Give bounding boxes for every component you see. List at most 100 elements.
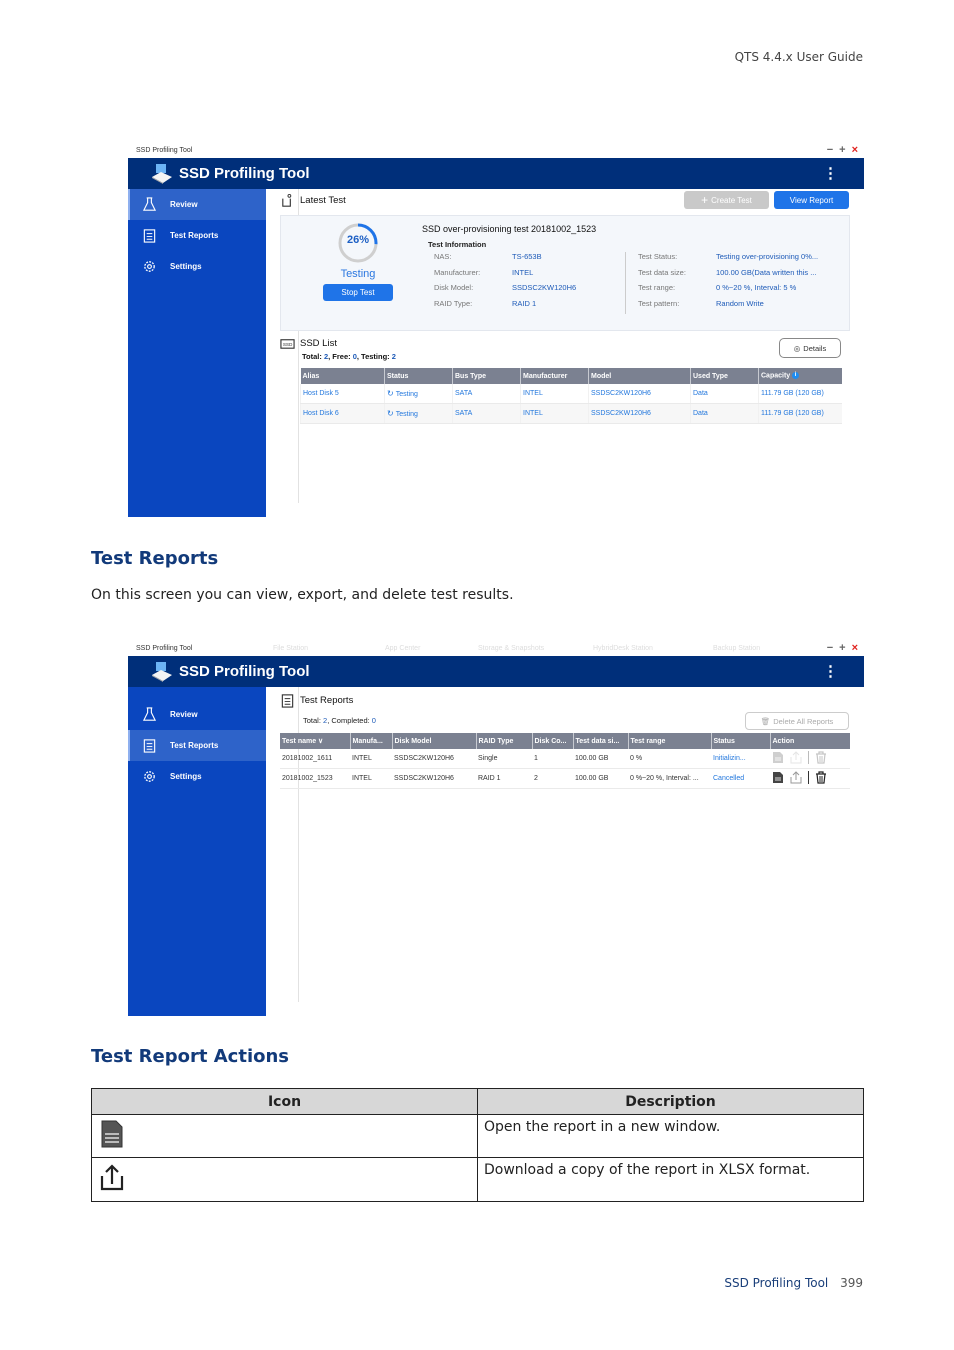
stop-test-button[interactable]: Stop Test: [323, 284, 393, 301]
maximize-button[interactable]: +: [839, 144, 845, 156]
trash-icon[interactable]: [815, 771, 827, 784]
minimize-button[interactable]: −: [827, 144, 833, 156]
info-icon[interactable]: i: [792, 372, 800, 380]
screenshot-review: SSD Profiling Tool − + × SSD Profiling Too…: [128, 143, 864, 517]
table-cell: 1: [532, 749, 573, 769]
info-key: Manufacturer:: [434, 267, 481, 277]
latest-test-card: 26% Testing Stop Test SSD over-provision…: [280, 215, 850, 331]
window-title: SSD Profiling Tool: [136, 645, 193, 652]
close-button[interactable]: ×: [852, 144, 858, 156]
column-header[interactable]: Test range: [627, 733, 711, 749]
info-value: Testing over-provisioning 0%...: [716, 252, 819, 261]
table-cell: Single: [476, 749, 532, 769]
info-value: RAID 1: [512, 298, 537, 308]
info-value: SSDSC2KW120H6: [512, 283, 577, 292]
column-header[interactable]: Test name ∨: [280, 733, 350, 749]
info-value: 100.00 GB(Data written this ...: [716, 267, 817, 277]
column-header[interactable]: Used Type: [690, 368, 759, 384]
info-row: Test range: 0 %~20 %, Interval: 5 %: [638, 283, 796, 292]
sidebar-item-test-reports[interactable]: Test Reports: [128, 220, 266, 251]
delete-all-label: Delete All Reports: [773, 716, 834, 726]
details-button[interactable]: ◎ Details: [779, 338, 841, 358]
app-header: SSD Profiling Tool ⋮: [128, 158, 864, 189]
action-description: Open the report in a new window.: [477, 1114, 864, 1158]
sidebar-item-settings[interactable]: Settings: [128, 761, 266, 792]
column-header[interactable]: Disk Co...: [531, 733, 573, 749]
column-header[interactable]: RAID Type: [475, 733, 532, 749]
table-row[interactable]: Host Disk 5 ↻ Testing SATA INTEL SSDSC2KW120H…: [300, 384, 842, 404]
info-value: TS-653B: [512, 252, 542, 261]
latest-test-header: Latest Test: [280, 193, 346, 208]
table-row[interactable]: Host Disk 6 ↻ Testing SATA INTEL SSDSC2KW120H…: [300, 403, 842, 424]
view-report-button[interactable]: View Report: [774, 191, 849, 209]
more-menu-icon[interactable]: ⋮: [823, 662, 838, 680]
screenshot-test-reports: SSD Profiling Tool File Station App Cent…: [128, 641, 864, 1016]
plus-icon: +: [701, 193, 709, 207]
close-button[interactable]: ×: [852, 642, 858, 654]
column-header[interactable]: Action: [769, 733, 850, 749]
ssd-list-title: SSD List: [300, 338, 337, 349]
sidebar-item-label: Settings: [170, 262, 202, 271]
document-icon[interactable]: [772, 771, 784, 784]
action-cell: [770, 749, 850, 769]
column-header[interactable]: Bus Type: [452, 368, 521, 384]
delete-all-reports-button[interactable]: 🗑 Delete All Reports: [745, 712, 849, 730]
trash-icon[interactable]: [815, 751, 827, 764]
eye-icon: ◎: [793, 343, 801, 353]
table-cell: 111.79 GB (120 GB): [758, 403, 842, 424]
test-reports-header: Test Reports: [280, 693, 353, 708]
table-cell: SSDSC2KW120H6: [392, 768, 476, 789]
reports-table: Test name ∨ Manufa... Disk Model RAID Type D…: [280, 733, 850, 789]
sidebar-item-label: Test Reports: [170, 231, 219, 240]
create-test-button[interactable]: + Create Test: [684, 191, 769, 209]
export-icon[interactable]: [790, 771, 802, 784]
trash-icon: 🗑: [760, 716, 771, 726]
column-header[interactable]: Model: [588, 368, 691, 384]
document-icon[interactable]: [772, 751, 784, 764]
table-cell: ↻ Testing: [384, 384, 453, 404]
table-row[interactable]: 20181002_1523 INTEL SSDSC2KW120H6 RAID 1 2 10…: [280, 768, 850, 789]
export-icon: [100, 1164, 124, 1191]
column-header[interactable]: Test data si...: [572, 733, 628, 749]
column-header[interactable]: Status: [710, 733, 770, 749]
spinner-icon: ↻: [387, 408, 394, 418]
sidebar-item-review[interactable]: Review: [128, 699, 266, 730]
column-header[interactable]: Manufa...: [349, 733, 392, 749]
sidebar-item-label: Settings: [170, 772, 202, 781]
sidebar-item-test-reports[interactable]: Test Reports: [128, 730, 266, 761]
section-heading-test-reports: Test Reports: [91, 548, 219, 569]
ssd-summary: Total: 2, Free: 0, Testing: 2: [302, 352, 396, 361]
sidebar-item-review[interactable]: Review: [128, 189, 266, 220]
window-titlebar: SSD Profiling Tool File Station App Cent…: [128, 641, 864, 656]
clipboard-icon: [143, 229, 156, 243]
table-cell: 0 %~20 %, Interval: ...: [628, 768, 711, 789]
sidebar-item-label: Test Reports: [170, 741, 219, 750]
table-cell: ↻ Testing: [384, 403, 453, 424]
table-cell: 111.79 GB (120 GB): [758, 384, 842, 404]
action-group: [772, 751, 827, 764]
info-value: Random Write: [716, 298, 764, 308]
column-header[interactable]: Status: [384, 368, 453, 384]
maximize-button[interactable]: +: [839, 642, 845, 654]
column-header[interactable]: Manufacturer: [520, 368, 589, 384]
sidebar-item-label: Review: [170, 200, 198, 209]
status-cell: Initializin...: [711, 749, 770, 769]
table-row[interactable]: 20181002_1611 INTEL SSDSC2KW120H6 Single 1 10…: [280, 749, 850, 769]
info-row: Manufacturer: INTEL: [434, 268, 533, 277]
ssd-icon: SSD: [280, 339, 295, 349]
minimize-button[interactable]: −: [827, 642, 833, 654]
background-tab: Backup Station: [713, 645, 761, 652]
export-icon[interactable]: [790, 751, 802, 764]
sidebar-item-label: Review: [170, 710, 198, 719]
column-header[interactable]: Disk Model: [391, 733, 476, 749]
report-actions-table: Icon Description Open the report in a ne…: [91, 1088, 864, 1202]
table-cell: INTEL: [520, 384, 589, 404]
sidebar-item-settings[interactable]: Settings: [128, 251, 266, 282]
column-header[interactable]: Alias: [300, 368, 385, 384]
more-menu-icon[interactable]: ⋮: [823, 164, 838, 182]
table-cell: 0 %: [628, 749, 711, 769]
column-header[interactable]: Capacity i: [758, 368, 842, 384]
background-tab: HybridDesk Station: [593, 645, 653, 652]
main-content: Test Reports Total: 2, Completed: 0 🗑 De…: [266, 687, 864, 1016]
info-key: Test range:: [638, 283, 676, 292]
